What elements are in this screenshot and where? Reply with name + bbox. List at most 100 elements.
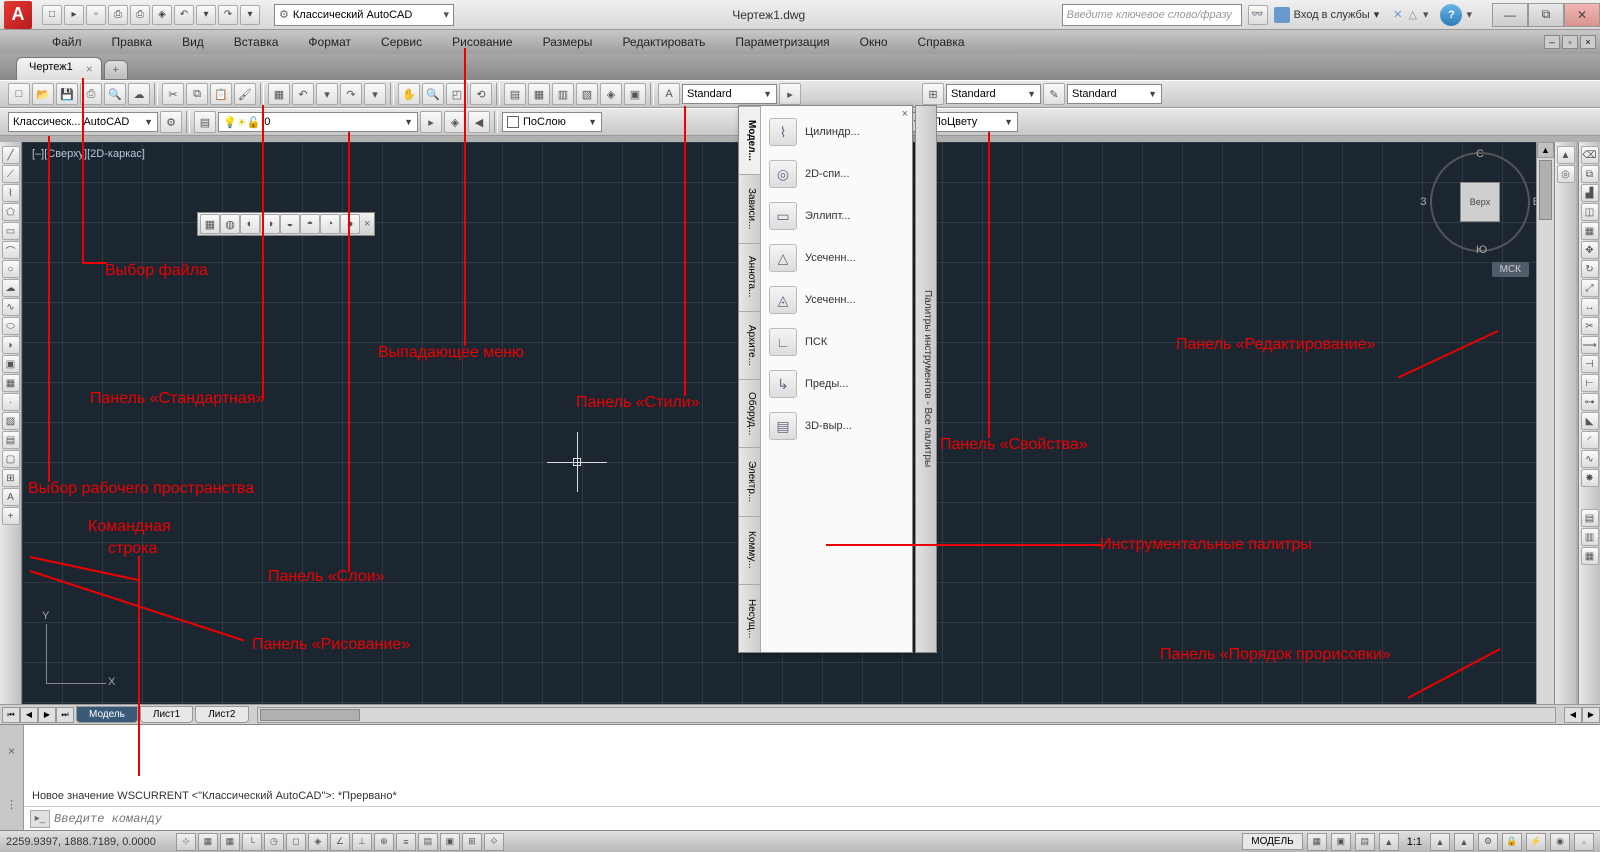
- scroll-thumb[interactable]: [1539, 160, 1552, 220]
- isolate-icon[interactable]: ◉: [1550, 833, 1570, 851]
- viewcube[interactable]: Верх С Ю З В: [1430, 152, 1530, 252]
- erase-icon[interactable]: ⌫: [1581, 146, 1599, 164]
- vs-concept-icon[interactable]: ◒: [280, 214, 300, 234]
- anno-auto-icon[interactable]: ▲: [1454, 833, 1474, 851]
- layout-next-icon[interactable]: ▶: [38, 707, 56, 723]
- trim-icon[interactable]: ✂: [1581, 317, 1599, 335]
- add-selected-icon[interactable]: +: [2, 507, 20, 525]
- undo-drop-icon[interactable]: ▾: [316, 83, 338, 105]
- close-icon[interactable]: ×: [362, 218, 372, 230]
- copy-icon[interactable]: ⧉: [186, 83, 208, 105]
- fillet-icon[interactable]: ◜: [1581, 431, 1599, 449]
- vs-sketch-icon[interactable]: ◔: [320, 214, 340, 234]
- status-grid-icon[interactable]: ▦: [1307, 833, 1327, 851]
- palette-item[interactable]: ↳Преды...: [765, 366, 908, 402]
- menu-modify[interactable]: Редактировать: [610, 32, 717, 52]
- redo-drop-icon[interactable]: ▾: [364, 83, 386, 105]
- ellipse-icon[interactable]: ⬭: [2, 317, 20, 335]
- dyn-icon[interactable]: ⊕: [374, 833, 394, 851]
- tool-palettes-icon[interactable]: ▥: [552, 83, 574, 105]
- qat-new-icon[interactable]: □: [42, 5, 62, 25]
- minimize-button[interactable]: —: [1492, 3, 1528, 27]
- qat-redo-drop-icon[interactable]: ▾: [240, 5, 260, 25]
- infer-icon[interactable]: ⊹: [176, 833, 196, 851]
- zoom-rt-icon[interactable]: 🔍: [422, 83, 444, 105]
- join-icon[interactable]: ⊶: [1581, 393, 1599, 411]
- menu-view[interactable]: Вид: [170, 32, 216, 52]
- help-icon[interactable]: ?: [1440, 4, 1462, 26]
- arc-icon[interactable]: ⌒: [2, 241, 20, 259]
- palette-tab[interactable]: Аннота...: [739, 243, 760, 311]
- extend-icon[interactable]: ⟶: [1581, 336, 1599, 354]
- palette-title-bar[interactable]: Палитры инструментов - Все палитры: [915, 105, 937, 653]
- mirror-icon[interactable]: ▟: [1581, 184, 1599, 202]
- ellipse-arc-icon[interactable]: ◗: [2, 336, 20, 354]
- layer-iso-icon[interactable]: ◈: [444, 111, 466, 133]
- am-icon[interactable]: ⟐: [484, 833, 504, 851]
- layout-last-icon[interactable]: ⏭: [56, 707, 74, 723]
- layout-tab-model[interactable]: Модель: [76, 706, 138, 723]
- lwt-icon[interactable]: ≡: [396, 833, 416, 851]
- dim-style-icon[interactable]: ▸: [779, 83, 801, 105]
- tpy-icon[interactable]: ▤: [418, 833, 438, 851]
- match-icon[interactable]: 🖌: [234, 83, 256, 105]
- table-icon[interactable]: ⊞: [2, 469, 20, 487]
- wcs-badge[interactable]: МСК: [1492, 262, 1529, 277]
- mleader-style-combo[interactable]: Standard▼: [1067, 84, 1162, 104]
- paste-icon[interactable]: 📋: [210, 83, 232, 105]
- rotate-icon[interactable]: ↻: [1581, 260, 1599, 278]
- layer-prev-icon[interactable]: ◀: [468, 111, 490, 133]
- menu-format[interactable]: Формат: [296, 32, 363, 52]
- vs-xray-icon[interactable]: ◕: [340, 214, 360, 234]
- palette-item[interactable]: ⌇Цилиндр...: [765, 114, 908, 150]
- palette-tab[interactable]: Зависи...: [739, 174, 760, 242]
- scale-icon[interactable]: ⤢: [1581, 279, 1599, 297]
- palette-close-icon[interactable]: ×: [902, 108, 908, 120]
- menu-draw[interactable]: Рисование: [440, 32, 524, 52]
- style-text-icon[interactable]: A: [658, 83, 680, 105]
- hatch-icon[interactable]: ▨: [2, 412, 20, 430]
- scroll-left-icon[interactable]: ◀: [1564, 707, 1582, 723]
- clean-screen-icon[interactable]: ▫: [1574, 833, 1594, 851]
- draworder2-icon[interactable]: ▥: [1581, 528, 1599, 546]
- polygon-icon[interactable]: ⬠: [2, 203, 20, 221]
- palette-item[interactable]: ∟ПСК: [765, 324, 908, 360]
- revcloud-icon[interactable]: ☁: [2, 279, 20, 297]
- grid-icon[interactable]: ▦: [220, 833, 240, 851]
- make-block-icon[interactable]: ▦: [2, 374, 20, 392]
- qat-saveas-icon[interactable]: ⎙: [108, 5, 128, 25]
- new-tab-button[interactable]: +: [104, 60, 128, 80]
- break-icon[interactable]: ⊢: [1581, 374, 1599, 392]
- redo-icon[interactable]: ↷: [340, 83, 362, 105]
- layer-states-icon[interactable]: ▸: [420, 111, 442, 133]
- draworder-icon[interactable]: ▤: [1581, 509, 1599, 527]
- mtext-icon[interactable]: A: [2, 488, 20, 506]
- close-icon[interactable]: ×: [86, 62, 93, 76]
- xline-icon[interactable]: ⟋: [2, 165, 20, 183]
- palette-tab[interactable]: Оборуд...: [739, 379, 760, 447]
- nav-up-icon[interactable]: ▲: [1557, 146, 1575, 164]
- vs-wire-icon[interactable]: ◍: [220, 214, 240, 234]
- rectangle-icon[interactable]: ▭: [2, 222, 20, 240]
- status-qvl-icon[interactable]: ▤: [1355, 833, 1375, 851]
- anno-vis-icon[interactable]: ▲: [1430, 833, 1450, 851]
- palette-tab[interactable]: Несущ...: [739, 584, 760, 652]
- tool-palette[interactable]: Модел... Зависи... Аннота... Архите... О…: [738, 105, 913, 653]
- menu-help[interactable]: Справка: [906, 32, 977, 52]
- search-input[interactable]: Введите ключевое слово/фразу: [1062, 4, 1242, 26]
- palette-item[interactable]: ◬Усеченн...: [765, 282, 908, 318]
- palette-tab[interactable]: Модел...: [739, 106, 760, 174]
- blend-icon[interactable]: ∿: [1581, 450, 1599, 468]
- menu-parametric[interactable]: Параметризация: [723, 32, 841, 52]
- menu-dimension[interactable]: Размеры: [531, 32, 605, 52]
- cmdline-handle[interactable]: ×⋮: [0, 725, 24, 830]
- sheet-set-icon[interactable]: ▧: [576, 83, 598, 105]
- palette-item[interactable]: ▤3D-выр...: [765, 408, 908, 444]
- layout-prev-icon[interactable]: ◀: [20, 707, 38, 723]
- publish-icon[interactable]: ☁: [128, 83, 150, 105]
- table-style-icon[interactable]: ⊞: [922, 83, 944, 105]
- nav-wheel-icon[interactable]: ◎: [1557, 165, 1575, 183]
- pan-icon[interactable]: ✋: [398, 83, 420, 105]
- qat-open-icon[interactable]: ▸: [64, 5, 84, 25]
- explode-icon[interactable]: ✸: [1581, 469, 1599, 487]
